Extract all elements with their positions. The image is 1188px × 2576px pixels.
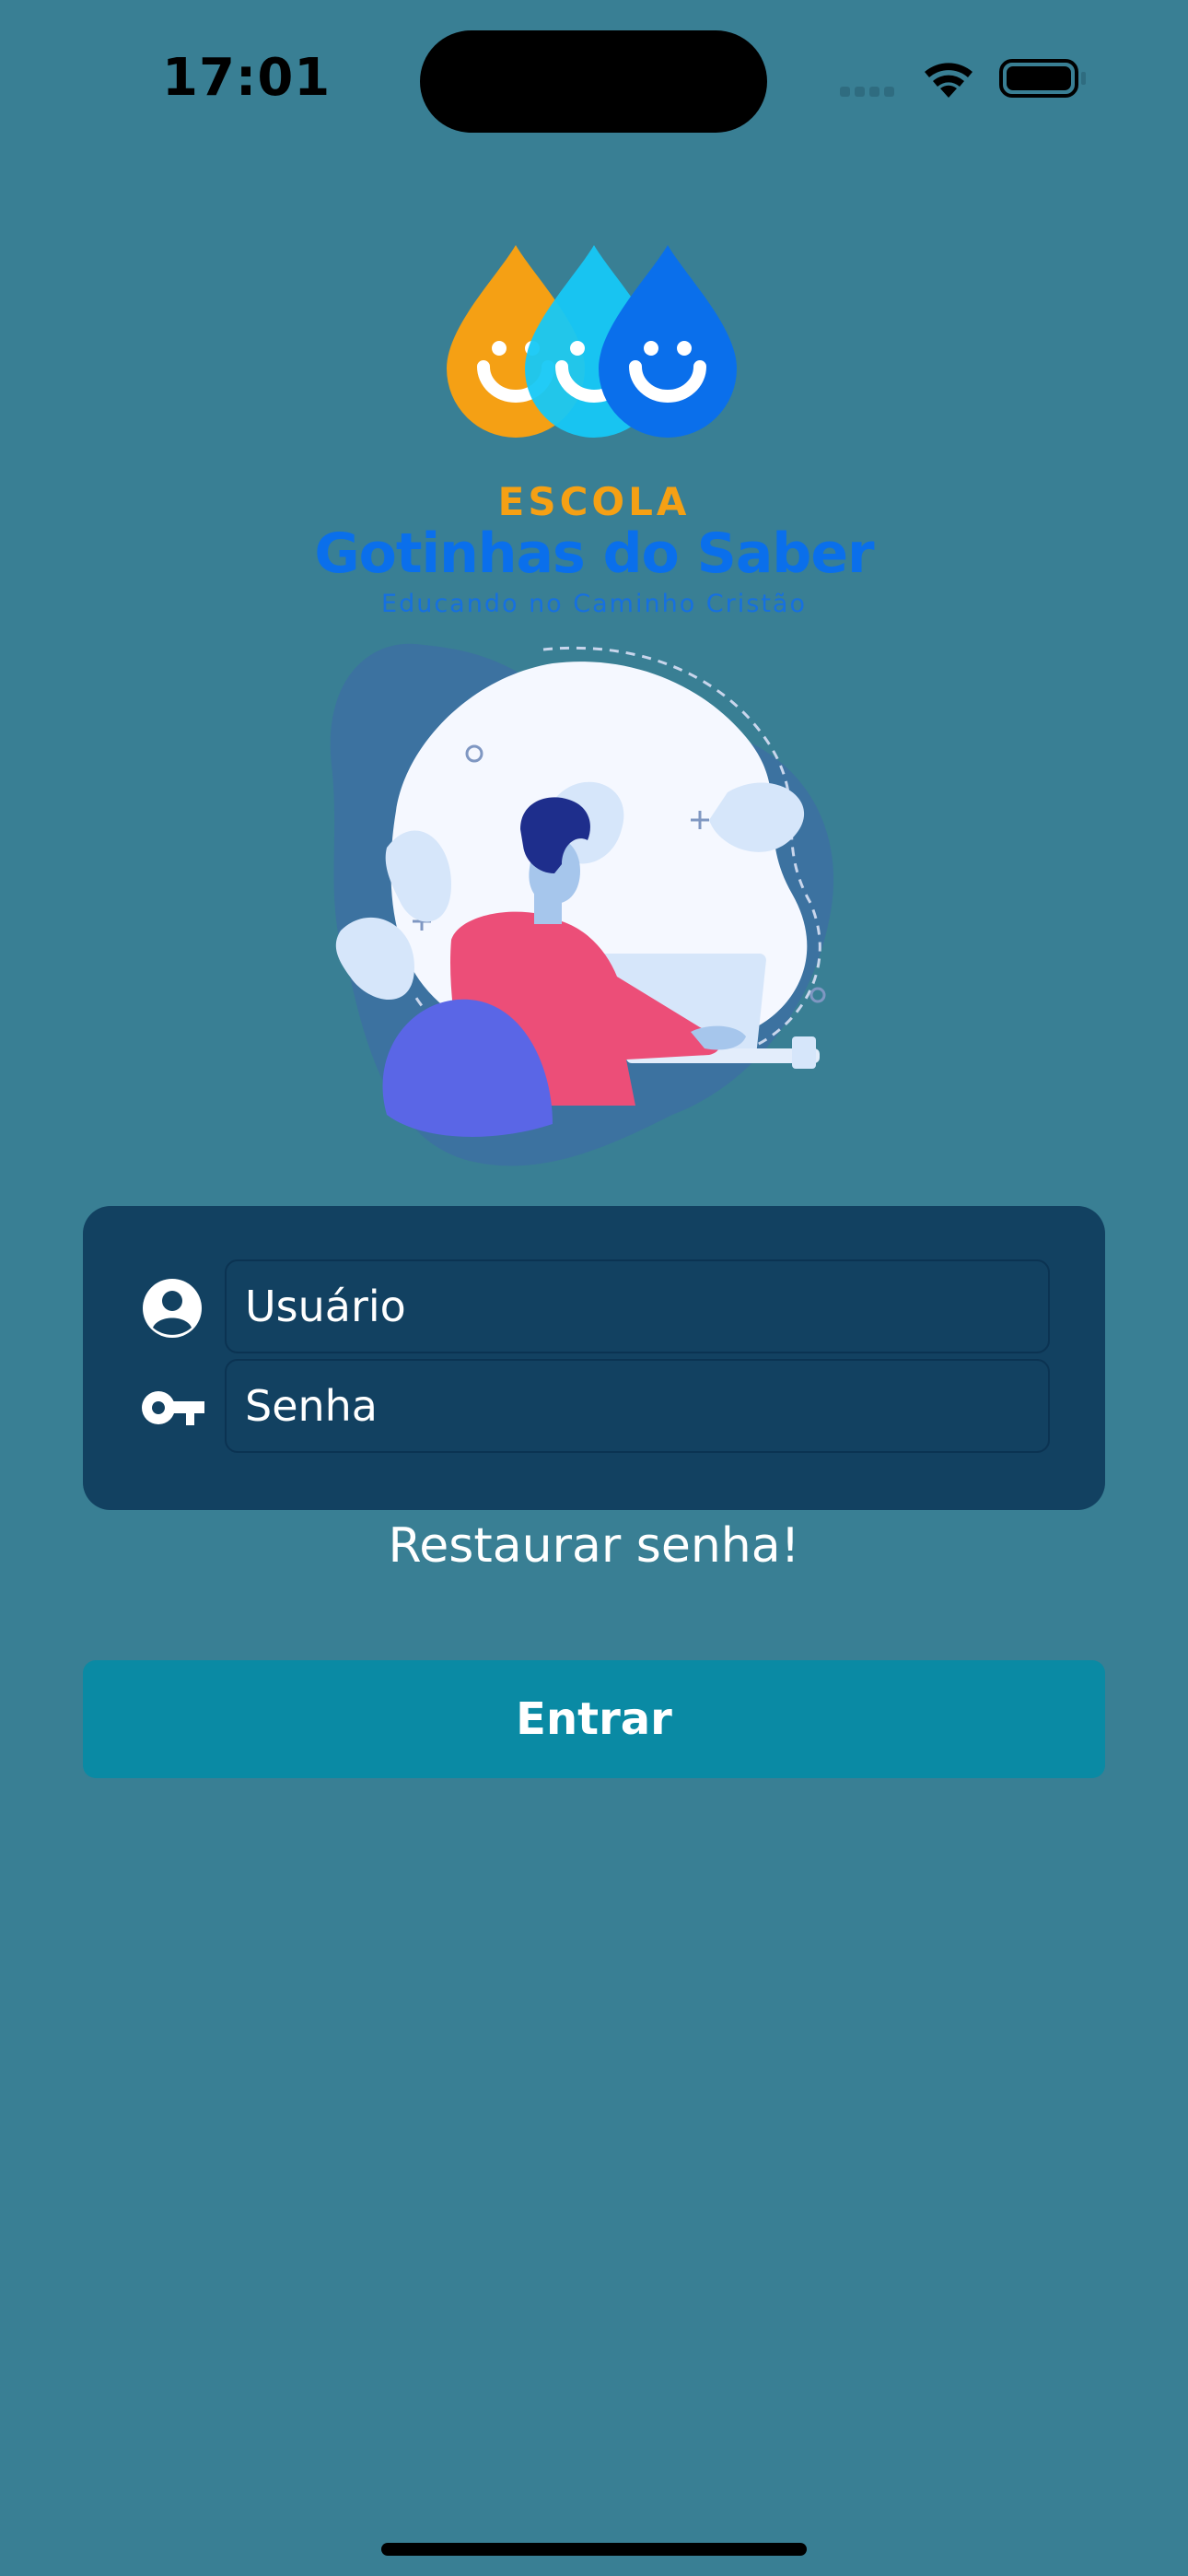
logo-tagline: Educando no Caminho Cristão [381,590,807,618]
logo-school-name: Gotinhas do Saber [314,521,874,586]
drop-blue-icon [599,245,737,438]
person-at-desk-illustration [330,643,834,1166]
key-icon [142,1391,204,1425]
dynamic-island [420,30,767,133]
status-time: 17:01 [162,48,332,108]
wifi-icon [925,63,973,98]
username-input[interactable] [225,1259,1050,1353]
login-card [83,1206,1105,1510]
login-button[interactable]: Entrar [83,1660,1105,1778]
logo-escola-text: ESCOLA [497,479,691,524]
password-input[interactable] [225,1359,1050,1453]
restore-password-link[interactable]: Restaurar senha! [0,1518,1188,1574]
signal-icon [840,87,894,97]
home-indicator [381,2543,807,2556]
battery-icon [999,59,1086,98]
status-icons [840,59,1086,98]
username-row [83,1259,1105,1353]
password-row [83,1359,1105,1453]
user-circle-icon [143,1279,202,1338]
